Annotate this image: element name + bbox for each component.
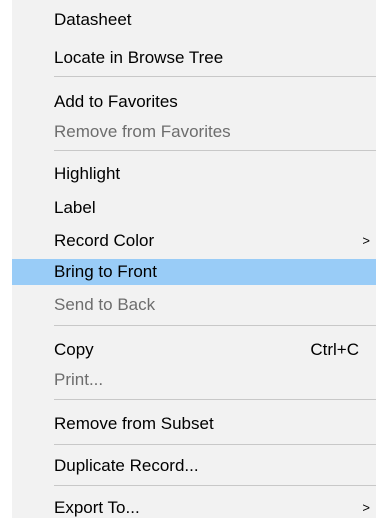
menu-item-export-to[interactable]: Export To... >: [12, 495, 376, 518]
menu-item-label-text: Label: [54, 198, 96, 217]
shortcut-label: Ctrl+C: [310, 340, 359, 359]
menu-item-label: Remove from Favorites: [54, 122, 231, 141]
menu-item-label: Bring to Front: [54, 262, 157, 281]
menu-item-locate-in-browse-tree[interactable]: Locate in Browse Tree: [12, 45, 376, 71]
menu-item-remove-from-subset[interactable]: Remove from Subset: [12, 411, 376, 437]
menu-item-label: Locate in Browse Tree: [54, 48, 224, 67]
chevron-right-icon: >: [362, 500, 370, 515]
menu-item-label: Export To...: [54, 498, 140, 517]
menu-item-add-to-favorites[interactable]: Add to Favorites: [12, 89, 376, 115]
menu-separator: [54, 399, 376, 400]
menu-separator: [54, 444, 376, 445]
menu-item-label: Datasheet: [54, 10, 132, 29]
menu-item-datasheet[interactable]: Datasheet: [12, 7, 376, 33]
menu-item-label: Duplicate Record...: [54, 456, 199, 475]
menu-item-record-color[interactable]: Record Color >: [12, 228, 376, 254]
menu-item-label: Remove from Subset: [54, 414, 214, 433]
menu-separator: [54, 150, 376, 151]
context-menu: Datasheet Locate in Browse Tree Add to F…: [12, 0, 376, 518]
menu-item-print: Print...: [12, 367, 376, 393]
menu-item-label: Send to Back: [54, 295, 156, 314]
menu-separator: [54, 485, 376, 486]
menu-item-send-to-back: Send to Back: [12, 292, 376, 318]
menu-separator: [54, 76, 376, 77]
menu-item-copy[interactable]: Copy Ctrl+C: [12, 337, 376, 363]
menu-item-bring-to-front[interactable]: Bring to Front: [12, 259, 376, 285]
menu-item-label: Record Color: [54, 231, 155, 250]
menu-item-label: Copy: [54, 340, 94, 359]
menu-item-highlight[interactable]: Highlight: [12, 161, 376, 187]
chevron-right-icon: >: [362, 233, 370, 248]
menu-item-duplicate-record[interactable]: Duplicate Record...: [12, 453, 376, 479]
menu-item-label: Highlight: [54, 164, 121, 183]
menu-item-label: Print...: [54, 370, 104, 389]
menu-item-remove-from-favorites: Remove from Favorites: [12, 119, 376, 145]
menu-item-label[interactable]: Label: [12, 195, 376, 221]
menu-item-label: Add to Favorites: [54, 92, 178, 111]
menu-separator: [54, 325, 376, 326]
